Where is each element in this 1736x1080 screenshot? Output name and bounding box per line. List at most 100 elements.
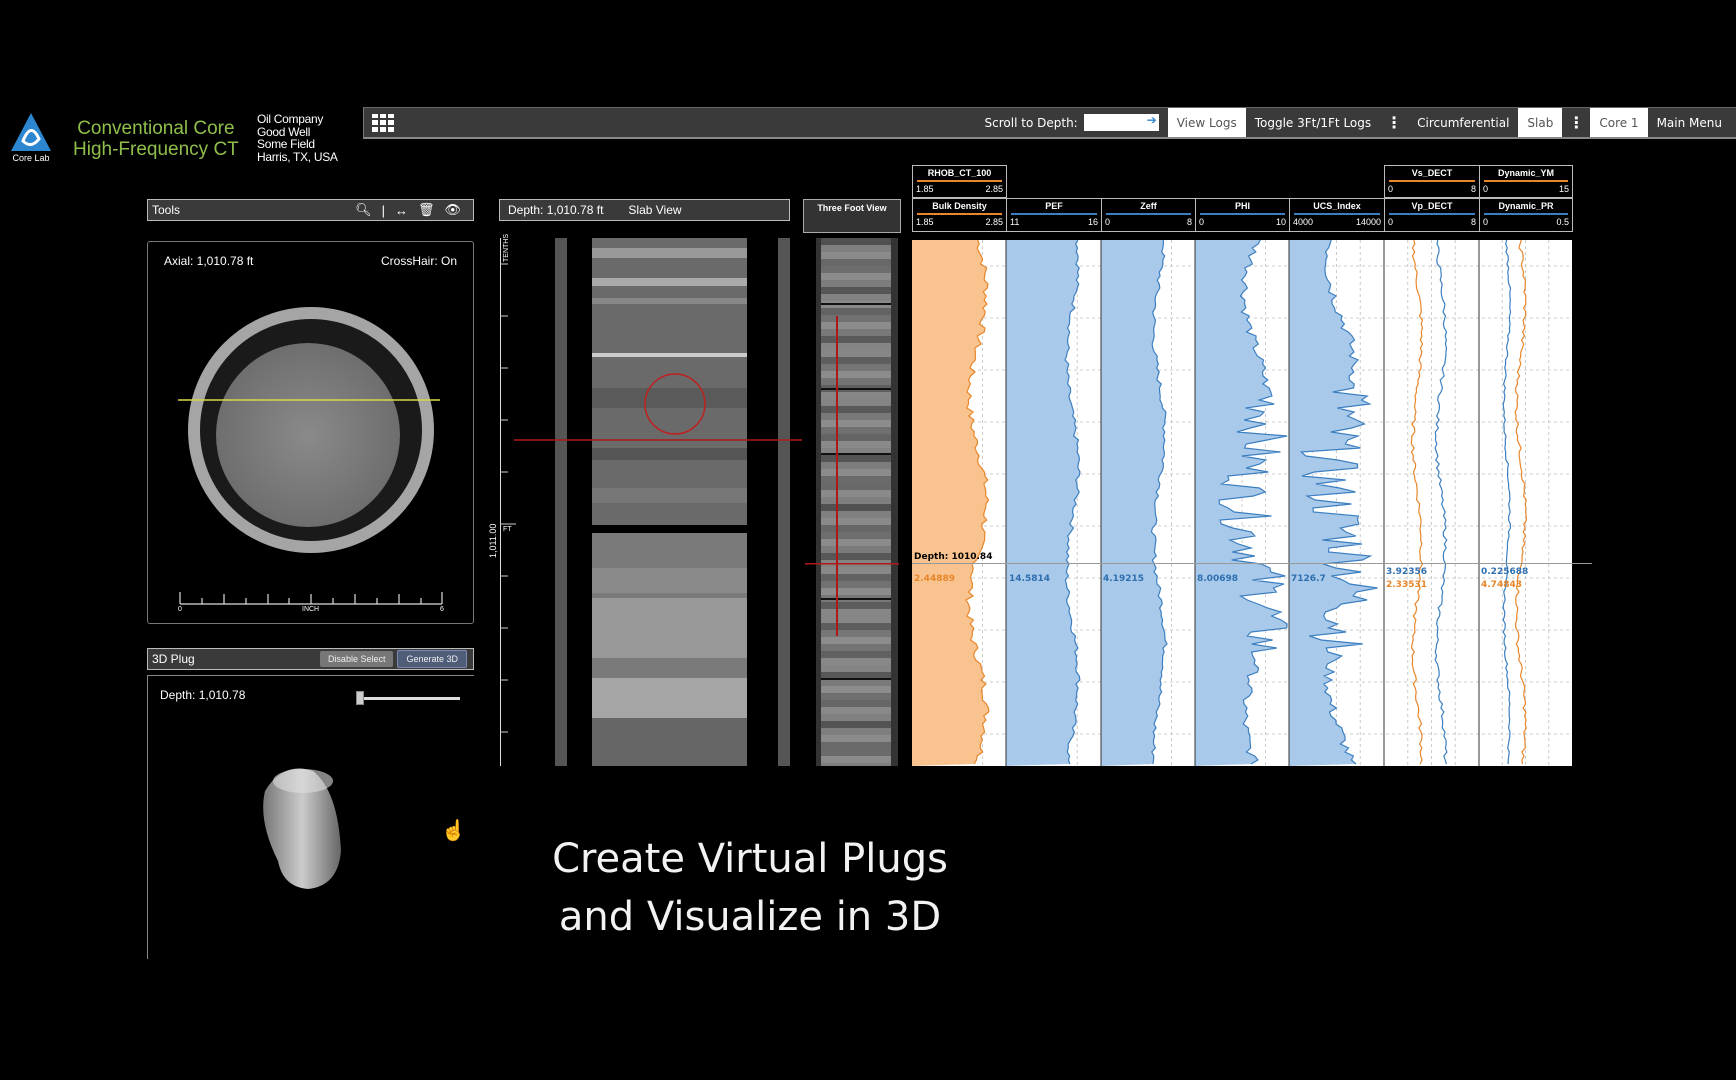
track-header-vs-dect[interactable]: Vs_DECT 0 8 — [1384, 165, 1480, 198]
slab-view-title: Slab View — [628, 203, 682, 217]
track-header-pef[interactable]: PEF 11 16 — [1006, 198, 1102, 232]
track-color-line — [1011, 213, 1097, 215]
depth-slider[interactable] — [360, 697, 460, 700]
search-icon[interactable]: 🔍︎ — [355, 202, 372, 218]
trash-icon[interactable]: 🗑︎ — [418, 202, 435, 218]
app-title-line2: High-Frequency CT — [73, 139, 239, 160]
track-color-line — [1106, 213, 1191, 215]
pr-readout: 0.225688 — [1481, 567, 1529, 577]
main-menu-button[interactable]: Main Menu — [1648, 108, 1736, 137]
track-header-zeff[interactable]: Zeff 0 8 — [1101, 198, 1196, 232]
slab-band — [592, 298, 747, 304]
three-foot-band — [821, 455, 891, 462]
three-foot-band — [821, 364, 891, 371]
more-vertical-icon[interactable]: ⋮ — [1380, 108, 1408, 137]
ruler-unit: INCH — [302, 606, 320, 613]
three-foot-band — [821, 399, 891, 406]
track-header-vp-dect[interactable]: Vp_DECT 0 8 — [1384, 198, 1480, 232]
track-name: Vs_DECT — [1411, 168, 1453, 178]
ym-readout: 4.74843 — [1481, 580, 1522, 590]
more-vertical-icon[interactable]: ⋮ — [1562, 108, 1590, 137]
three-foot-band — [821, 539, 891, 546]
track-header-ucs-index[interactable]: UCS_Index 4000 14000 — [1289, 198, 1385, 232]
app-title-line1: Conventional Core — [77, 118, 235, 139]
three-foot-band — [821, 287, 891, 294]
axial-ct-image[interactable] — [148, 242, 475, 625]
core-lab-logo: Core Lab — [9, 111, 53, 165]
three-foot-band — [821, 574, 891, 581]
measure-icon[interactable]: ↔ — [395, 203, 408, 218]
track-header-phi[interactable]: PHI 0 10 — [1195, 198, 1290, 232]
scroll-to-depth: Scroll to Depth: ➔ — [976, 108, 1168, 137]
vp-readout: 3.92356 — [1386, 567, 1427, 577]
view-logs-button[interactable]: View Logs — [1167, 108, 1246, 137]
well-info: Oil Company Good Well Some Field Harris,… — [257, 113, 338, 163]
slab-edge — [778, 238, 790, 766]
track-header-bulk-density[interactable]: Bulk Density 1.85 2.85 — [912, 198, 1007, 232]
three-foot-band — [821, 406, 891, 413]
three-foot-band — [821, 504, 891, 511]
track-max: 8 — [1186, 217, 1192, 227]
3d-plug-bar: 3D Plug Disable Select Generate 3D — [147, 648, 474, 670]
app-title: Conventional Core High-Frequency CT — [73, 118, 239, 160]
track-header-dynamic-pr[interactable]: Dynamic_PR 0 0.5 — [1479, 198, 1573, 232]
ucs-readout: 7126.7 — [1291, 574, 1326, 584]
slab-button[interactable]: Slab — [1518, 108, 1563, 137]
three-foot-band — [821, 588, 891, 595]
location: Harris, TX, USA — [257, 149, 338, 164]
three-foot-band — [821, 609, 891, 616]
hide-icon[interactable]: 👁︎ — [444, 202, 461, 218]
three-foot-band — [821, 623, 891, 630]
slab-band — [592, 678, 747, 718]
track-name: PHI — [1234, 201, 1250, 211]
three-foot-band — [821, 630, 891, 637]
track-color-line — [1484, 213, 1568, 215]
track-header-dynamic-ym[interactable]: Dynamic_YM 0 15 — [1479, 165, 1573, 198]
three-foot-band — [821, 322, 891, 329]
slider-handle[interactable] — [356, 691, 364, 705]
three-foot-band — [821, 511, 891, 518]
three-foot-band — [821, 567, 891, 574]
top-toolbar: Scroll to Depth: ➔ View Logs Toggle 3Ft/… — [363, 107, 1736, 139]
three-foot-band — [821, 252, 891, 259]
3d-plug-view[interactable]: Depth: 1,010.78 ☝ — [147, 675, 474, 959]
three-foot-view-header: Three Foot View — [803, 199, 901, 233]
tools-title: Tools — [152, 203, 181, 217]
core-select-button[interactable]: Core 1 — [1590, 108, 1648, 137]
three-foot-band — [821, 462, 891, 469]
generate-3d-button[interactable]: Generate 3D — [397, 650, 467, 668]
track-min: 4000 — [1293, 217, 1314, 227]
three-foot-depth-marker — [836, 316, 838, 636]
slab-ct-image[interactable] — [500, 238, 900, 766]
circumferential-button[interactable]: Circumferential — [1408, 108, 1518, 137]
three-foot-band — [821, 672, 891, 679]
divider: | — [381, 202, 385, 218]
rhob-readout: 2.44889 — [914, 574, 955, 584]
depth-cursor-line — [912, 563, 1592, 564]
toggle-logs-button[interactable]: Toggle 3Ft/1Ft Logs — [1246, 108, 1380, 137]
three-foot-band — [821, 679, 891, 686]
scroll-depth-input[interactable]: ➔ — [1083, 113, 1159, 131]
axial-view[interactable]: Axial: 1,010.78 ft CrossHair: On 0 INCH … — [147, 241, 474, 624]
track-header-rhob-ct-100[interactable]: RHOB_CT_100 1.85 2.85 — [912, 165, 1007, 198]
three-foot-band — [821, 707, 891, 714]
three-foot-band — [821, 602, 891, 609]
disable-select-button[interactable]: Disable Select — [319, 651, 394, 667]
three-foot-band — [821, 581, 891, 588]
log-tracks[interactable] — [912, 240, 1592, 766]
three-foot-band — [821, 763, 891, 766]
tools-bar: Tools 🔍︎ | ↔ 🗑︎ 👁︎ — [147, 199, 474, 221]
slab-depth-bar: Depth: 1,010.78 ft Slab View — [499, 199, 790, 221]
ruler-max: 6 — [440, 606, 444, 613]
apps-grid-icon[interactable] — [372, 113, 394, 132]
go-arrow-icon[interactable]: ➔ — [1147, 113, 1157, 127]
caption: Create Virtual Plugs and Visualize in 3D — [450, 830, 1050, 946]
track-name: RHOB_CT_100 — [927, 168, 992, 178]
fracture — [821, 303, 891, 305]
three-foot-crosshair — [805, 563, 899, 565]
track-max: 15 — [1558, 184, 1569, 194]
three-foot-band — [821, 658, 891, 665]
inch-ruler — [179, 592, 443, 605]
slab-edge — [555, 238, 567, 766]
3d-plug-model[interactable] — [253, 761, 353, 896]
